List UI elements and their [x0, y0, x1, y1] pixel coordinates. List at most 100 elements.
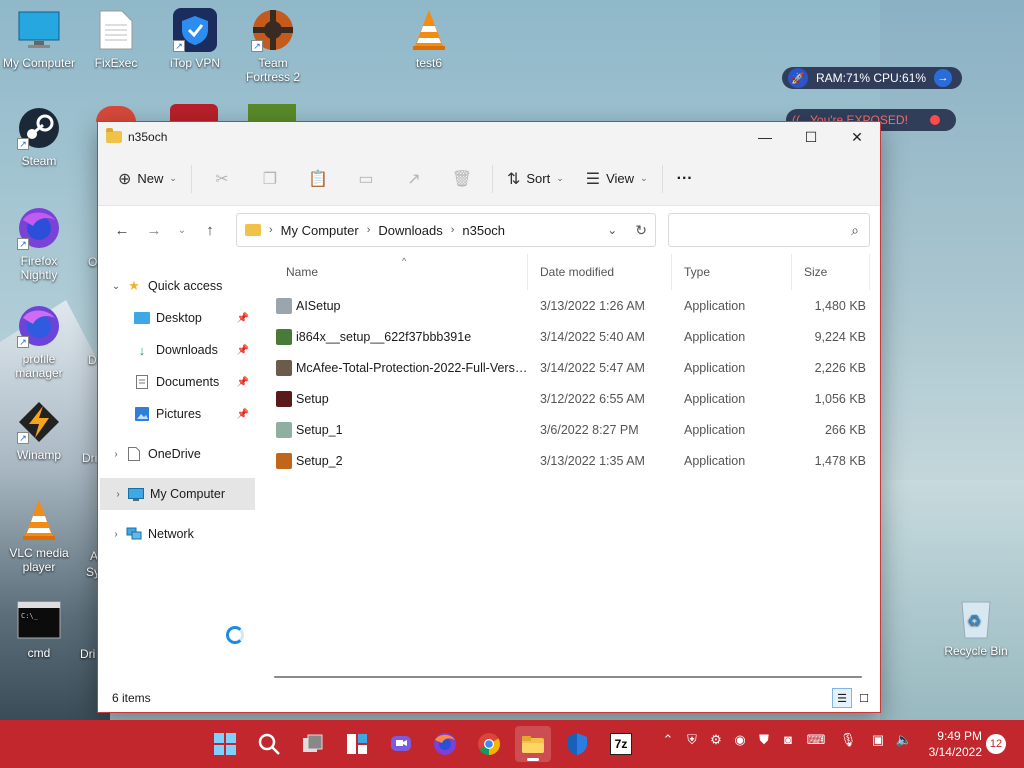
chrome-tray-icon[interactable]: ◉	[730, 732, 750, 748]
chevron-right-icon[interactable]: ›	[108, 489, 128, 500]
search-box[interactable]: ⌕	[668, 213, 870, 247]
view-button[interactable]: ☰ View ⌄	[578, 163, 656, 195]
nav-desktop[interactable]: Desktop 📌	[98, 302, 255, 334]
new-button[interactable]: ⊕ New ⌄	[110, 163, 185, 195]
desktop-icon-team-fortress[interactable]: ↗ Team Fortress 2	[235, 8, 311, 84]
chevron-right-icon[interactable]: ›	[106, 529, 126, 540]
sort-label: Sort	[526, 171, 551, 186]
delete-icon[interactable]: 🗑	[438, 163, 486, 195]
breadcrumb-chevron-icon[interactable]: ›	[451, 224, 455, 236]
table-row[interactable]: Setup_1 3/6/2022 8:27 PM Application 266 KB	[274, 414, 880, 445]
file-name-cell[interactable]: McAfee-Total-Protection-2022-Full-Versi.…	[274, 359, 528, 376]
chat-icon[interactable]	[383, 726, 419, 762]
close-button[interactable]: ✕	[834, 122, 880, 152]
desktop-icon-vlc[interactable]: VLC media player	[1, 498, 77, 574]
nav-quick-access[interactable]: ⌄ ★ Quick access	[98, 270, 255, 302]
desktop-icon-cmd[interactable]: C:\_ cmd	[1, 598, 77, 660]
table-row[interactable]: AISetup 3/13/2022 1:26 AM Application 1,480…	[274, 290, 880, 321]
cut-icon[interactable]: ✂	[198, 163, 246, 195]
network-status-icon[interactable]: ▣	[868, 732, 888, 748]
seven-zip-icon[interactable]: 7z	[603, 726, 639, 762]
table-row[interactable]: McAfee-Total-Protection-2022-Full-Versi.…	[274, 352, 880, 383]
clock[interactable]: 9:49 PM 3/14/2022	[922, 728, 982, 760]
address-dropdown-chevron-icon[interactable]: ⌄	[607, 223, 617, 237]
file-name-cell[interactable]: i864x__setup__622f37bbb391e	[274, 328, 528, 345]
security-shield-icon[interactable]	[559, 726, 595, 762]
column-header-size[interactable]: Size	[792, 254, 870, 290]
column-header-type[interactable]: Type	[672, 254, 792, 290]
keyboard-icon[interactable]: ⌨	[806, 732, 826, 748]
hidden-icon-label: D	[88, 353, 97, 367]
show-hidden-icons-chevron-icon[interactable]: ⌃	[658, 732, 678, 748]
volume-icon[interactable]: 🔈	[894, 732, 914, 748]
desktop-icon-itop-vpn[interactable]: ↗ iTop VPN	[157, 8, 233, 70]
rename-icon[interactable]: ▭	[342, 163, 390, 195]
chevron-right-icon[interactable]: ›	[106, 449, 126, 460]
title-bar[interactable]: n35och — ☐ ✕	[98, 122, 880, 152]
file-explorer-window[interactable]: n35och — ☐ ✕ ⊕ New ⌄ ✂ ❐ 📋 ▭ ↗ 🗑 ⇅ Sort …	[97, 121, 881, 713]
steam-tray-icon[interactable]: ⚙	[706, 732, 726, 748]
start-windows-icon[interactable]	[207, 726, 243, 762]
details-view-icon[interactable]: ☰	[832, 688, 852, 708]
share-icon[interactable]: ↗	[390, 163, 438, 195]
file-name-cell[interactable]: Setup_2	[274, 452, 528, 469]
microphone-icon[interactable]: 🎙	[838, 732, 858, 748]
nav-documents[interactable]: Documents 📌	[98, 366, 255, 398]
column-header-name[interactable]: Name	[274, 254, 528, 290]
system-monitor-widget[interactable]: 🚀 RAM:71% CPU:61% →	[782, 67, 962, 89]
desktop-icon-profile-manager[interactable]: ↗ profile manager	[1, 304, 77, 380]
paste-icon[interactable]: 📋	[294, 163, 342, 195]
file-name-cell[interactable]: Setup	[274, 390, 528, 407]
tiles-view-icon[interactable]: ☐	[854, 688, 874, 708]
chevron-down-icon[interactable]: ⌄	[106, 281, 126, 292]
breadcrumb-chevron-icon[interactable]: ›	[269, 224, 273, 236]
file-explorer-icon[interactable]	[515, 726, 551, 762]
desktop-icon-steam[interactable]: ↗ Steam	[1, 106, 77, 168]
defender-shield-icon[interactable]: ⛨	[682, 732, 702, 748]
table-row[interactable]: Setup_2 3/13/2022 1:35 AM Application 1,478…	[274, 445, 880, 476]
maximize-button[interactable]: ☐	[788, 122, 834, 152]
table-row[interactable]: Setup 3/12/2022 6:55 AM Application 1,056 K…	[274, 383, 880, 414]
nav-onedrive[interactable]: › OneDrive	[98, 438, 255, 470]
new-label: New	[137, 171, 164, 186]
desktop-icon-test6[interactable]: test6	[391, 8, 467, 70]
widgets-icon[interactable]	[339, 726, 375, 762]
table-row[interactable]: i864x__setup__622f37bbb391e 3/14/2022 5:4…	[274, 321, 880, 352]
recent-locations-chevron-icon[interactable]: ⌄	[170, 214, 194, 246]
breadcrumb-chevron-icon[interactable]: ›	[367, 224, 371, 236]
forward-arrow-icon[interactable]: →	[138, 214, 170, 246]
sort-button[interactable]: ⇅ Sort ⌄	[499, 163, 572, 195]
more-options-button[interactable]: ···	[669, 163, 701, 195]
camera-tray-icon[interactable]: ◙	[778, 732, 798, 747]
refresh-icon[interactable]: ↻	[635, 222, 647, 239]
desktop-icon-winamp[interactable]: ↗ Winamp	[1, 400, 77, 462]
back-arrow-icon[interactable]: ←	[106, 214, 138, 246]
vpn-tray-icon[interactable]: ⛊	[754, 732, 774, 748]
system-stats: RAM:71% CPU:61%	[816, 71, 927, 85]
minimize-button[interactable]: —	[742, 122, 788, 152]
notification-badge[interactable]: 12	[986, 734, 1006, 754]
desktop-icon-fixexec[interactable]: FixExec	[78, 8, 154, 70]
file-name-cell[interactable]: AISetup	[274, 297, 528, 314]
column-header-date[interactable]: Date modified	[528, 254, 672, 290]
nav-network[interactable]: › Network	[98, 518, 255, 550]
up-arrow-icon[interactable]: ↑	[194, 214, 226, 246]
nav-downloads[interactable]: ↓ Downloads 📌	[98, 334, 255, 366]
horizontal-scrollbar[interactable]	[274, 676, 862, 678]
address-bar[interactable]: › My Computer › Downloads › n35och ⌄ ↻	[236, 213, 656, 247]
desktop-icon-recycle-bin[interactable]: ♻ Recycle Bin	[937, 596, 1015, 658]
search-icon[interactable]	[251, 726, 287, 762]
chrome-icon[interactable]	[471, 726, 507, 762]
breadcrumb-my-computer[interactable]: My Computer	[281, 223, 359, 238]
nav-my-computer[interactable]: › My Computer	[100, 478, 255, 510]
breadcrumb-downloads[interactable]: Downloads	[378, 223, 442, 238]
task-view-icon[interactable]	[295, 726, 331, 762]
desktop-icon-label: Recycle Bin	[944, 644, 1008, 658]
nav-pictures[interactable]: Pictures 📌	[98, 398, 255, 430]
breadcrumb-n35och[interactable]: n35och	[462, 223, 505, 238]
file-name-cell[interactable]: Setup_1	[274, 421, 528, 438]
desktop-icon-firefox-nightly[interactable]: ↗ Firefox Nightly	[1, 206, 77, 282]
copy-icon[interactable]: ❐	[246, 163, 294, 195]
desktop-icon-my-computer[interactable]: My Computer	[1, 8, 77, 70]
firefox-icon[interactable]	[427, 726, 463, 762]
